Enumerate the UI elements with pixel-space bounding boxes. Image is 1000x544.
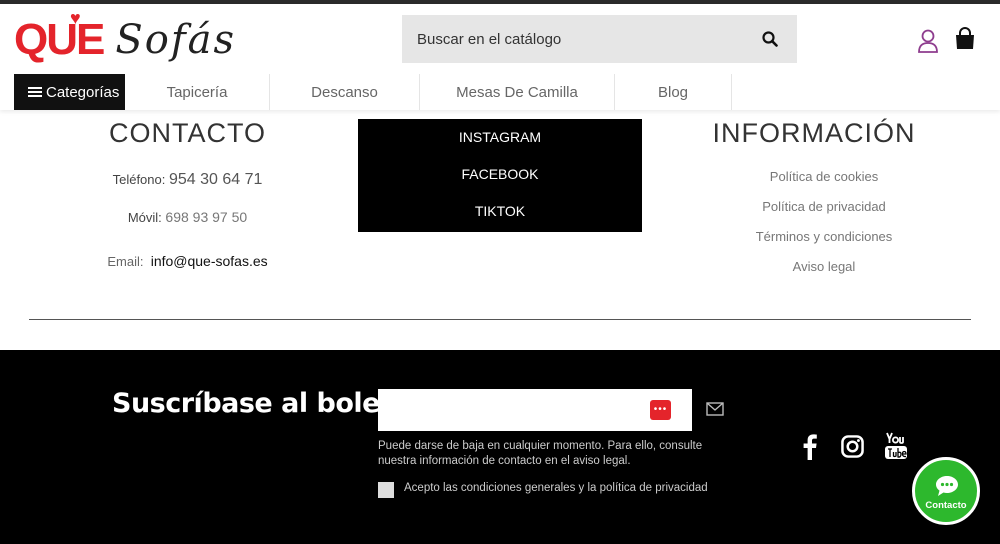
nav-item-mesas-de-camilla[interactable]: Mesas De Camilla [420, 74, 615, 110]
social-link-tiktok[interactable]: TIKTOK [358, 193, 642, 230]
facebook-icon[interactable] [802, 434, 818, 460]
logo-que: QUE [14, 15, 105, 64]
nav-item-blog[interactable]: Blog [615, 74, 732, 110]
social-link-facebook[interactable]: FACEBOOK [358, 156, 642, 193]
newsletter-title: Suscríbase al boletín [112, 388, 420, 419]
site-header: QUE ♥ Sofás Categorías Tapicería Descans… [0, 4, 1000, 110]
social-link-instagram[interactable]: INSTAGRAM [358, 119, 642, 156]
search-bar [402, 15, 797, 63]
privacy-checkbox[interactable] [378, 482, 394, 498]
password-manager-icon[interactable]: ••• [650, 400, 671, 420]
user-account-icon[interactable] [916, 28, 940, 54]
footer-divider [29, 319, 971, 320]
contact-column: CONTACTO Teléfono: 954 30 64 71 Móvil: 6… [90, 118, 285, 289]
instagram-icon[interactable] [841, 435, 864, 458]
main-nav: Categorías Tapicería Descanso Mesas De C… [0, 74, 1000, 110]
phone-label: Teléfono: [112, 172, 166, 187]
search-input[interactable] [417, 30, 758, 48]
info-column: INFORMACIÓN Política de cookies Política… [713, 118, 920, 287]
nav-item-tapiceria[interactable]: Tapicería [125, 74, 270, 110]
mobile-value[interactable]: 698 93 97 50 [165, 209, 247, 225]
email-value[interactable]: info@que-sofas.es [151, 253, 268, 269]
newsletter-note: Puede darse de baja en cualquier momento… [378, 440, 703, 467]
logo-sofas: Sofás [115, 17, 237, 63]
mobile-label: Móvil: [127, 210, 162, 225]
chat-bubble-icon [936, 476, 958, 496]
info-link-privacy[interactable]: Política de privacidad [728, 197, 920, 227]
categories-menu-button[interactable]: Categorías [14, 74, 125, 110]
search-button[interactable] [758, 27, 782, 51]
email-line: Email: info@que-sofas.es [90, 253, 285, 269]
info-title: INFORMACIÓN [712, 118, 916, 148]
phone-value[interactable]: 954 30 64 71 [169, 171, 262, 188]
contact-chat-button[interactable]: Contacto [912, 457, 980, 525]
nav-item-descanso[interactable]: Descanso [270, 74, 420, 110]
youtube-icon[interactable] [884, 432, 908, 460]
newsletter-footer: Suscríbase al boletín ••• Puede darse de… [0, 350, 1000, 544]
envelope-icon[interactable] [706, 402, 724, 416]
search-icon [762, 31, 778, 47]
contact-title: CONTACTO [108, 118, 266, 148]
shopping-bag-icon[interactable] [953, 26, 977, 52]
site-logo[interactable]: QUE ♥ Sofás [14, 8, 264, 68]
privacy-checkbox-label: Acepto las condiciones generales y la po… [404, 482, 708, 494]
info-link-cookies[interactable]: Política de cookies [728, 167, 920, 197]
categories-label: Categorías [46, 83, 120, 101]
contact-chat-label: Contacto [925, 500, 967, 511]
social-dropdown: INSTAGRAM FACEBOOK TIKTOK [358, 119, 642, 232]
info-link-legal[interactable]: Aviso legal [728, 257, 920, 287]
heart-icon: ♥ [70, 8, 81, 28]
hamburger-icon [28, 85, 42, 99]
phone-line: Teléfono: 954 30 64 71 [90, 171, 285, 189]
email-label: Email: [107, 254, 144, 269]
newsletter-email-input[interactable] [378, 389, 692, 431]
mobile-line: Móvil: 698 93 97 50 [90, 209, 285, 225]
info-link-terms[interactable]: Términos y condiciones [728, 227, 920, 257]
